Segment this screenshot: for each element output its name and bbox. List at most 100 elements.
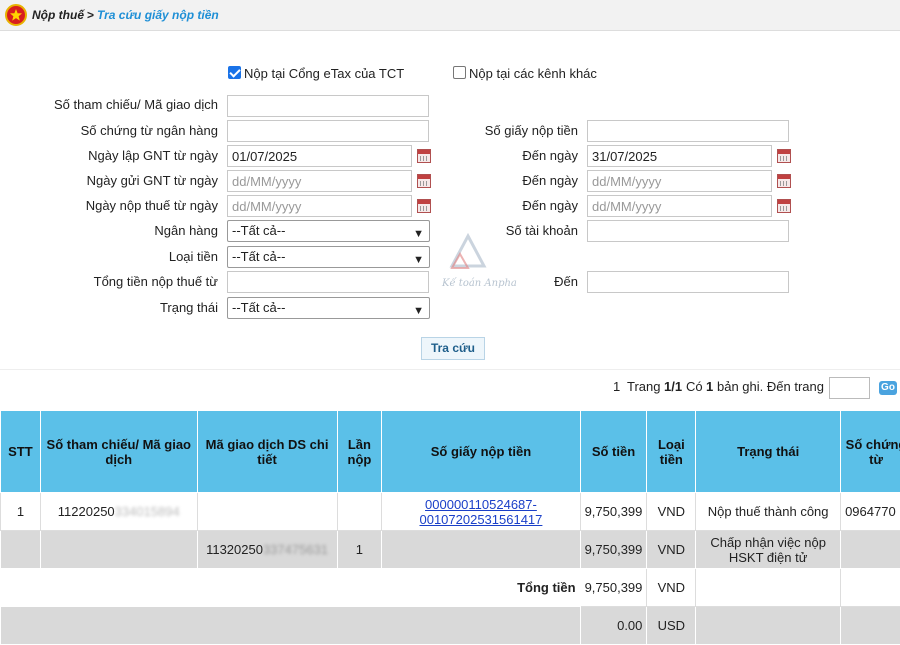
account-label: Số tài khoản: [506, 223, 578, 238]
payment-no-label: Số giấy nộp tiền: [485, 123, 578, 138]
other-channel-checkbox[interactable]: [453, 66, 466, 79]
bank-doc-label: Số chứng từ ngân hàng: [81, 123, 218, 138]
amount-from-input[interactable]: [227, 271, 429, 293]
col-doc-no: Số chứng từ: [841, 411, 900, 493]
cell-ref: [40, 531, 197, 569]
cell-status: Nộp thuế thành công: [696, 493, 841, 531]
calendar-icon[interactable]: [417, 199, 431, 213]
created-from-input[interactable]: [227, 145, 412, 167]
paid-to-input[interactable]: [587, 195, 772, 217]
calendar-icon[interactable]: [417, 174, 431, 188]
cell-detail: [197, 493, 337, 531]
created-to-input[interactable]: [587, 145, 772, 167]
sent-to-label: Đến ngày: [522, 173, 578, 188]
cell-currency: VND: [647, 493, 696, 531]
cell-ref-visible: 11220250: [58, 504, 115, 519]
created-from-label: Ngày lập GNT từ ngày: [88, 148, 218, 163]
col-payment-no: Số giấy nộp tiền: [382, 411, 580, 493]
total-row-vnd: Tổng tiền 9,750,399 VND: [1, 569, 900, 607]
pager-count: 1: [706, 379, 713, 394]
search-button[interactable]: Tra cứu: [421, 337, 485, 360]
total-vnd-currency: VND: [647, 569, 696, 607]
col-times: Lần nộp: [337, 411, 382, 493]
calendar-icon[interactable]: [777, 149, 791, 163]
etax-checkbox[interactable]: [228, 66, 241, 79]
cell-detail: 11320250337475631: [197, 531, 337, 569]
created-to-label: Đến ngày: [522, 148, 578, 163]
amount-to-label: Đến: [554, 274, 578, 289]
go-button[interactable]: Go: [879, 381, 897, 395]
cell-doc-no: [841, 531, 900, 569]
payment-no-link[interactable]: 000000110524687-00107202531561417: [419, 497, 542, 527]
amount-from-label: Tổng tiền nộp thuế từ: [94, 274, 218, 289]
ref-input[interactable]: [227, 95, 429, 117]
calendar-icon[interactable]: [417, 149, 431, 163]
empty-cell: [1, 607, 581, 645]
pager-count-text: Có: [686, 379, 703, 394]
payment-no-input[interactable]: [587, 120, 789, 142]
status-select-value: --Tất cả--: [232, 300, 285, 315]
paid-from-input[interactable]: [227, 195, 412, 217]
sent-from-input[interactable]: [227, 170, 412, 192]
etax-label: Nộp tại Cổng eTax của TCT: [244, 66, 404, 81]
currency-select[interactable]: --Tất cả-- ▼: [227, 246, 430, 268]
breadcrumb: Nộp thuế>Tra cứu giấy nộp tiền: [32, 8, 219, 22]
payment-no-part-b: 00107202531561417: [419, 512, 542, 527]
bank-label: Ngân hàng: [154, 223, 218, 238]
paid-from-label: Ngày nộp thuế từ ngày: [86, 198, 218, 213]
cell-stt: [1, 531, 41, 569]
col-currency: Loại tiền: [647, 411, 696, 493]
table-row: 1 11220250334015894 000000110524687-0010…: [1, 493, 900, 531]
empty-cell: [841, 607, 900, 645]
ref-label: Số tham chiếu/ Mã giao dịch: [54, 97, 218, 112]
cell-times: [337, 493, 382, 531]
table-row: 11320250337475631 1 9,750,399 VND Chấp n…: [1, 531, 900, 569]
col-detail: Mã giao dịch DS chi tiết: [197, 411, 337, 493]
empty-cell: [696, 607, 841, 645]
total-label: Tổng tiền: [1, 569, 581, 607]
chevron-down-icon: ▼: [413, 301, 424, 321]
page-number-input[interactable]: [829, 377, 870, 399]
currency-label: Loại tiền: [169, 249, 218, 264]
calendar-icon[interactable]: [777, 174, 791, 188]
total-usd: 0.00: [580, 607, 647, 645]
top-bar: Nộp thuế>Tra cứu giấy nộp tiền: [0, 0, 900, 31]
national-emblem-icon: [5, 4, 27, 26]
chevron-down-icon: ▼: [413, 250, 424, 270]
breadcrumb-home[interactable]: Nộp thuế: [32, 8, 84, 22]
account-input[interactable]: [587, 220, 789, 242]
empty-cell: [696, 569, 841, 607]
status-select[interactable]: --Tất cả-- ▼: [227, 297, 430, 319]
pager-current-page: 1: [613, 379, 620, 394]
total-row-usd: 0.00 USD: [1, 607, 900, 645]
pager-page-text: Trang: [627, 379, 660, 394]
col-stt: STT: [1, 411, 41, 493]
breadcrumb-current: Tra cứu giấy nộp tiền: [97, 8, 219, 22]
pager-page-of: 1/1: [664, 379, 682, 394]
sent-to-input[interactable]: [587, 170, 772, 192]
currency-select-value: --Tất cả--: [232, 249, 285, 264]
empty-cell: [841, 569, 900, 607]
cell-status: Chấp nhận việc nộp HSKT điện tử: [696, 531, 841, 569]
cell-payment-no: [382, 531, 580, 569]
col-status: Trạng thái: [696, 411, 841, 493]
status-label: Trạng thái: [160, 300, 218, 315]
total-usd-currency: USD: [647, 607, 696, 645]
amount-to-input[interactable]: [587, 271, 789, 293]
cell-stt: 1: [1, 493, 41, 531]
payment-no-part-a: 000000110524687-: [425, 497, 537, 512]
results-table: STT Số tham chiếu/ Mã giao dịch Mã giao …: [0, 410, 900, 645]
chevron-down-icon: ▼: [413, 224, 424, 244]
bank-doc-input[interactable]: [227, 120, 429, 142]
cell-detail-redacted: 337475631: [263, 542, 328, 557]
total-vnd: 9,750,399: [580, 569, 647, 607]
cell-detail-visible: 11320250: [206, 542, 263, 557]
sent-from-label: Ngày gửi GNT từ ngày: [87, 173, 218, 188]
cell-amount: 9,750,399: [580, 531, 647, 569]
bank-select[interactable]: --Tất cả-- ▼: [227, 220, 430, 242]
calendar-icon[interactable]: [777, 199, 791, 213]
table-header-row: STT Số tham chiếu/ Mã giao dịch Mã giao …: [1, 411, 900, 493]
cell-payment-no: 000000110524687-00107202531561417: [382, 493, 580, 531]
bank-select-value: --Tất cả--: [232, 223, 285, 238]
cell-doc-no: 0964770: [841, 493, 900, 531]
